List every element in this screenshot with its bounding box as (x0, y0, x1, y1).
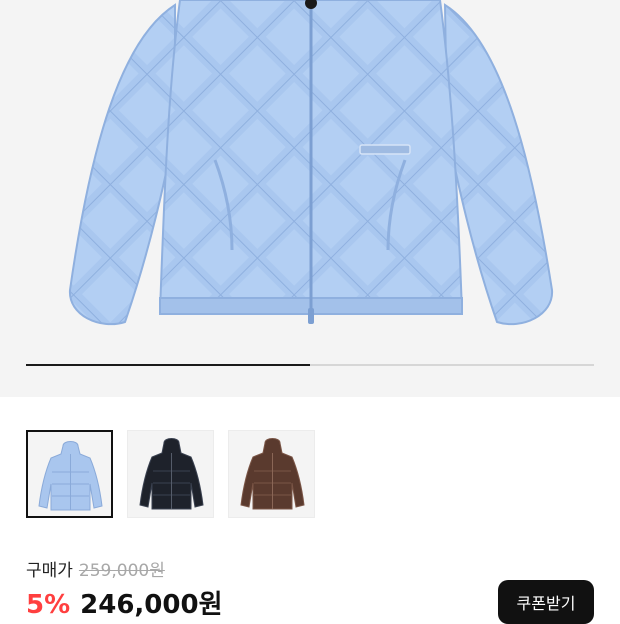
product-image-hero[interactable] (0, 0, 620, 397)
sale-price: 246,000원 (80, 590, 223, 620)
sale-price-row: 5% 246,000원 (26, 584, 223, 621)
price-label-row: 구매가 259,000원 (26, 556, 165, 581)
original-price: 259,000원 (78, 561, 165, 581)
brown-jacket-icon (240, 438, 305, 510)
color-thumbnail-list (26, 430, 315, 518)
gallery-progress-fill (26, 364, 310, 366)
thumbnail-black[interactable] (127, 430, 214, 518)
thumbnail-light-blue[interactable] (26, 430, 113, 518)
black-jacket-icon (139, 438, 204, 510)
light-blue-down-jacket-image (68, 0, 554, 326)
light-blue-jacket-icon (38, 441, 103, 511)
gallery-progress-track (26, 364, 594, 366)
get-coupon-button[interactable]: 쿠폰받기 (498, 580, 594, 624)
purchase-price-label: 구매가 (26, 561, 73, 581)
discount-rate: 5% (26, 590, 71, 620)
thumbnail-brown[interactable] (228, 430, 315, 518)
